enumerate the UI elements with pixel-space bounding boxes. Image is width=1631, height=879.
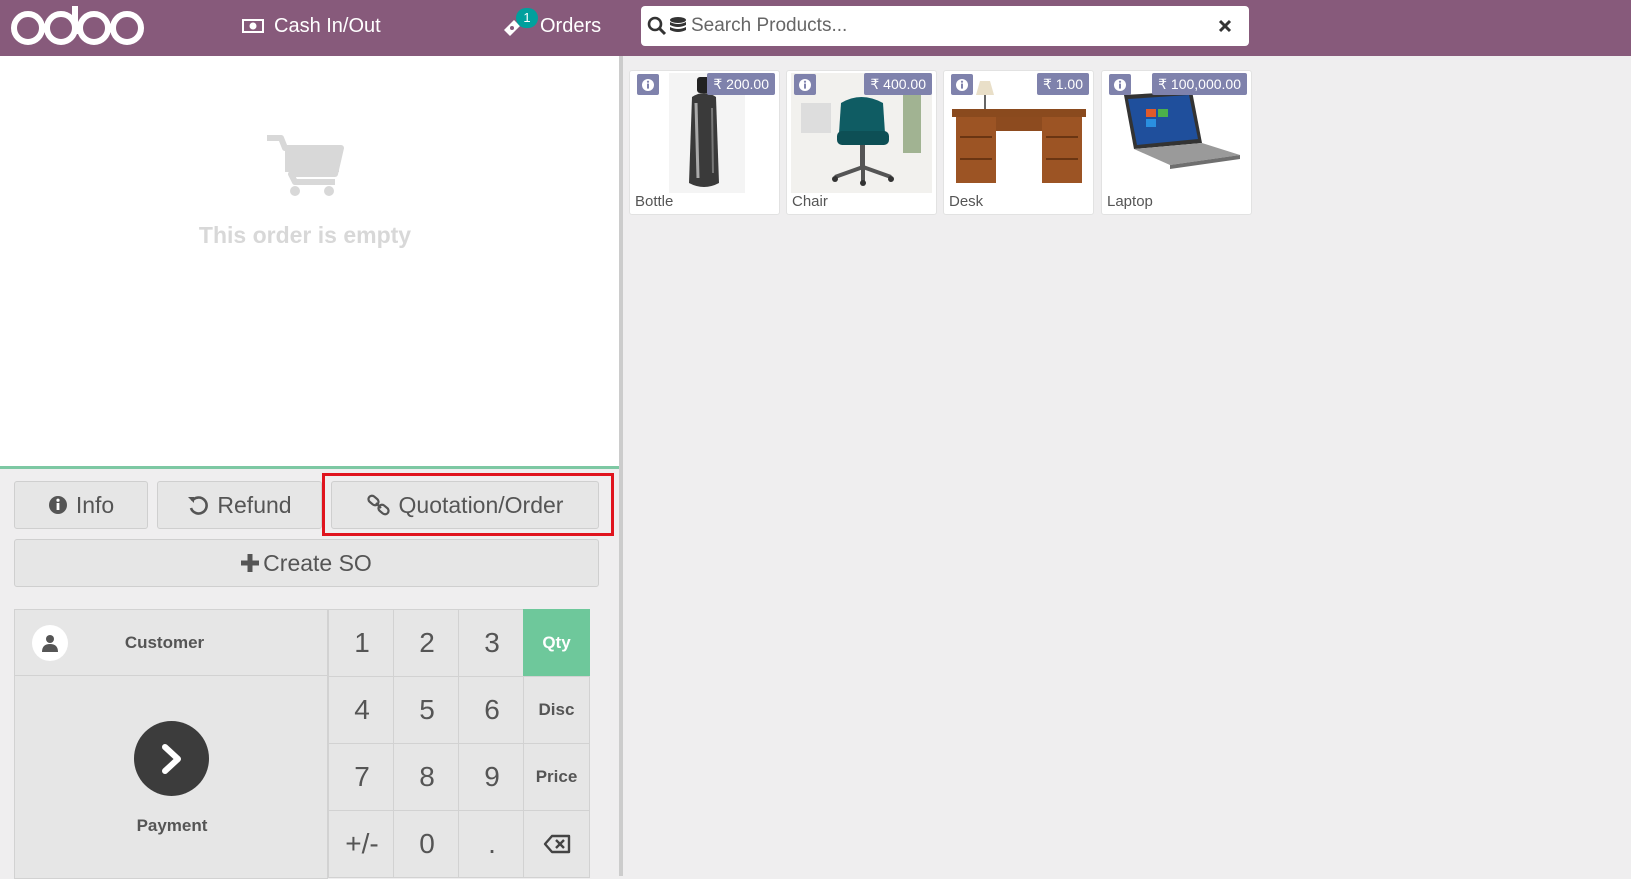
orders-label: Orders [540,14,602,37]
price-tag: ₹ 200.00 [707,73,775,95]
mode-price-button[interactable]: Price [523,743,590,811]
info-button[interactable]: Info [14,481,148,529]
product-name: Bottle [635,193,674,210]
payment-label: Payment [136,816,208,835]
numpad-key-0[interactable]: 0 [393,810,461,878]
close-icon [1218,19,1232,33]
order-lines-area: This order is empty [0,56,620,466]
pane-divider [619,56,623,876]
product-info-button[interactable] [794,74,816,95]
search-input[interactable] [691,15,1205,37]
customer-button[interactable]: Customer [14,609,328,676]
product-card-desk[interactable]: ₹ 1.00 Desk [943,70,1094,215]
numpad-key-8[interactable]: 8 [393,743,461,811]
info-icon [799,78,811,91]
mode-qty-button[interactable]: Qty [523,609,590,677]
product-name: Laptop [1107,193,1153,210]
info-icon [642,78,654,91]
orders-count-badge: 1 [516,8,538,28]
numpad-key-dot[interactable]: . [458,810,526,878]
mode-disc-button[interactable]: Disc [523,676,590,744]
numpad-key-5[interactable]: 5 [393,676,461,744]
info-label: Info [75,491,115,518]
odoo-logo [11,6,144,45]
undo-icon [188,496,209,515]
search-icon [647,16,667,36]
payment-button[interactable]: Payment [14,676,328,879]
price-tag: ₹ 1.00 [1036,73,1089,95]
info-icon [48,496,67,514]
product-info-button[interactable] [637,74,659,95]
numpad-key-plus-minus[interactable]: +/- [328,810,396,878]
backspace-icon [543,834,570,854]
info-icon [1114,78,1126,91]
product-card-laptop[interactable]: ₹ 100,000.00 Laptop [1101,70,1252,215]
price-tag: ₹ 100,000.00 [1152,73,1247,95]
numpad-key-7[interactable]: 7 [328,743,396,811]
numpad-key-3[interactable]: 3 [458,609,526,677]
quotation-order-label: Quotation/Order [398,491,564,518]
backspace-button[interactable] [523,810,590,878]
cash-in-out-button[interactable]: Cash In/Out [242,0,381,52]
customer-label: Customer [124,632,205,652]
database-icon [670,17,686,32]
empty-order-message: This order is empty [198,222,412,248]
top-bar: Cash In/Out 1 Orders [0,0,1631,56]
product-info-button[interactable] [1109,74,1131,95]
control-buttons-area: Info Refund Quotation/Order Create SO Cu… [0,469,620,879]
plus-icon [241,554,260,572]
user-icon [42,634,58,652]
refund-label: Refund [217,491,292,518]
numpad-key-1[interactable]: 1 [328,609,396,677]
info-icon [956,78,968,91]
product-info-button[interactable] [951,74,973,95]
refund-button[interactable]: Refund [157,481,322,529]
avatar [32,624,68,661]
orders-button[interactable]: 1 Orders [500,0,601,52]
product-name: Chair [792,193,828,210]
price-tag: ₹ 400.00 [864,73,932,95]
order-pane: This order is empty Info Refund Quotatio… [0,56,620,879]
product-card-bottle[interactable]: ₹ 200.00 Bottle [629,70,780,215]
quotation-order-button[interactable]: Quotation/Order [331,481,599,529]
numpad-key-4[interactable]: 4 [328,676,396,744]
numpad: Customer Payment 1 2 3 Qty 4 5 6 Disc 7 … [14,609,599,879]
clear-search-button[interactable] [1205,6,1245,46]
link-icon [366,494,390,516]
money-icon [242,19,264,33]
cash-in-out-label: Cash In/Out [274,14,381,37]
chevron-right-icon [161,743,181,774]
cart-icon [267,135,344,196]
payment-circle [134,721,209,796]
numpad-key-2[interactable]: 2 [393,609,461,677]
numpad-key-6[interactable]: 6 [458,676,526,744]
product-search-bar [641,6,1249,46]
create-so-label: Create SO [263,549,372,576]
numpad-key-9[interactable]: 9 [458,743,526,811]
product-name: Desk [949,193,984,210]
product-card-chair[interactable]: ₹ 400.00 Chair [786,70,937,215]
create-so-button[interactable]: Create SO [14,539,599,587]
